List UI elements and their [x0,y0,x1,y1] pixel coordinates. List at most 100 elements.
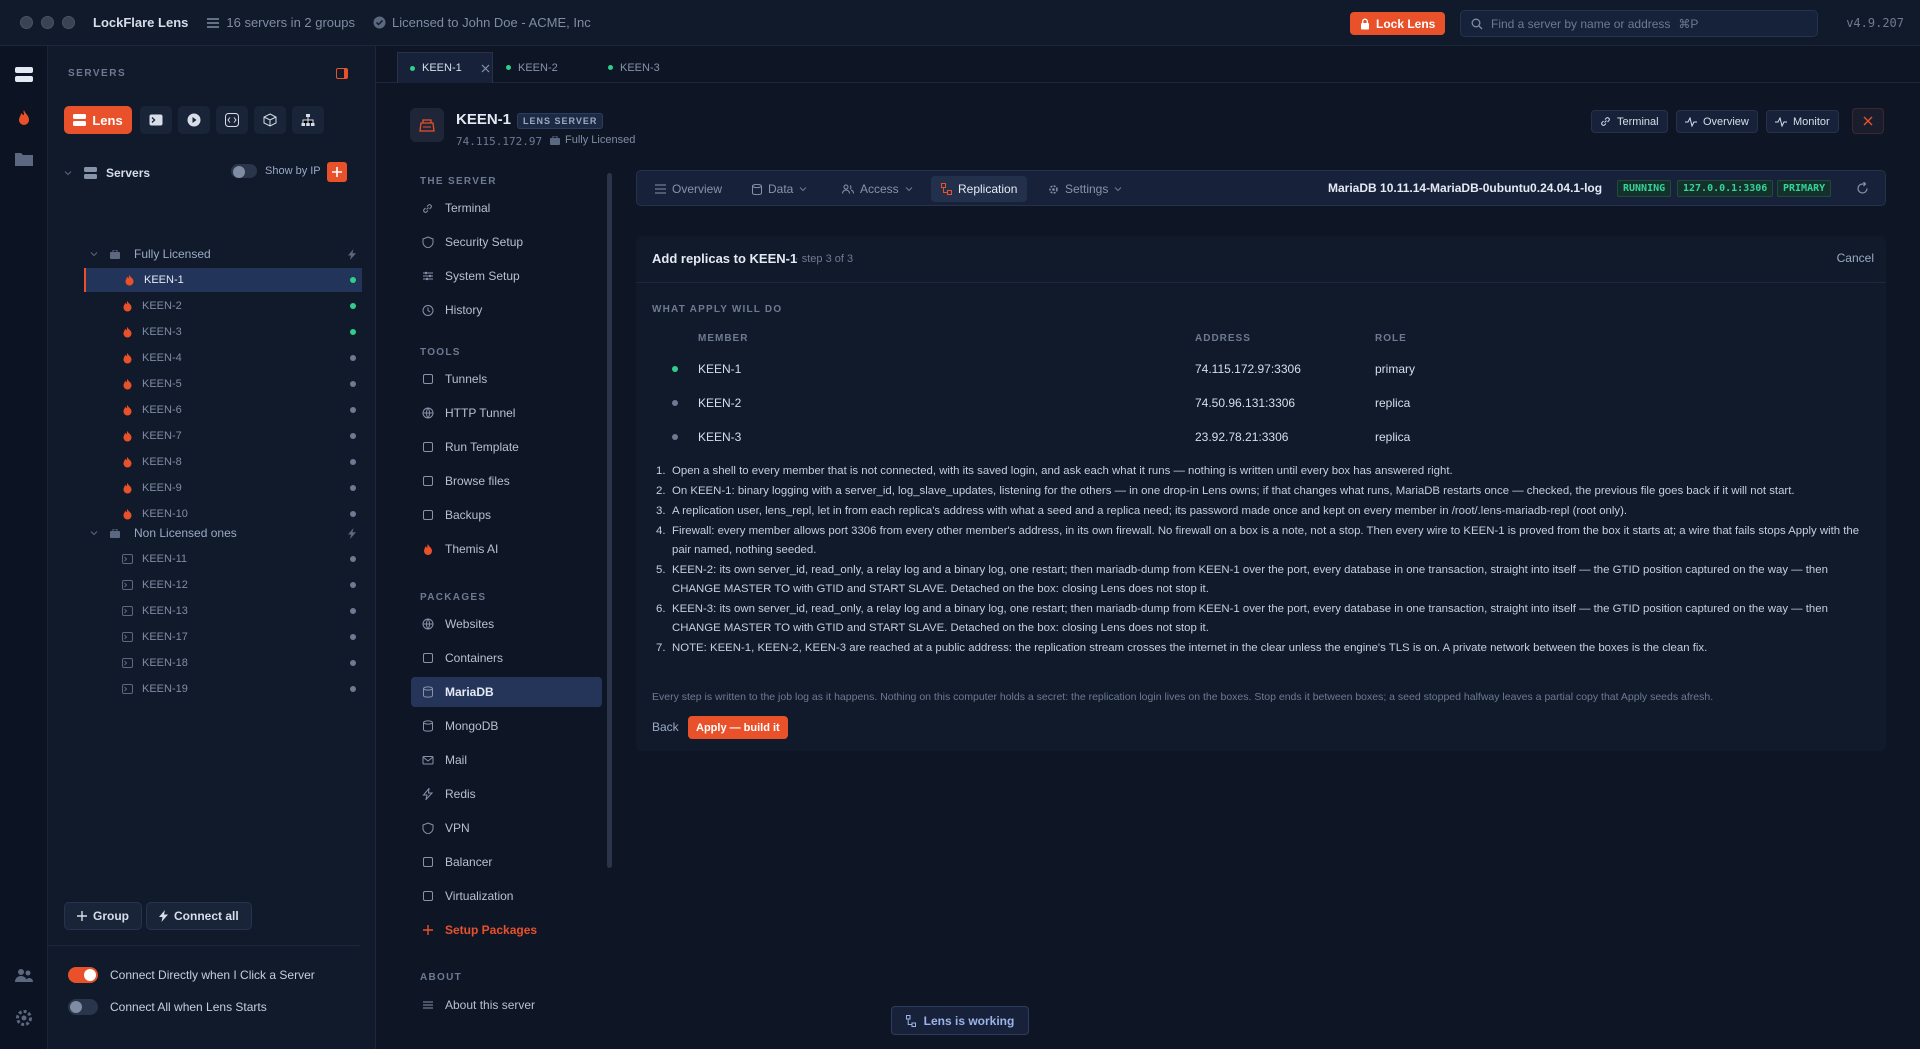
run-tool-button[interactable] [178,106,210,134]
server-item[interactable]: KEEN-6 [84,398,362,422]
connect-all-toggle[interactable] [68,999,98,1015]
close-icon[interactable] [481,64,490,73]
db-version: MariaDB 10.11.14-MariaDB-0ubuntu0.24.04.… [1328,181,1603,195]
tab-keen-3[interactable]: KEEN-3 [596,52,692,83]
tab-overview[interactable]: Overview [645,176,732,202]
terminal-tool-button[interactable] [140,106,172,134]
nav-item-browse-files[interactable]: Browse files [411,466,602,496]
nav-item-run-template[interactable]: Run Template [411,432,602,462]
close-server-button[interactable] [1852,108,1884,134]
nav-item-history[interactable]: History [411,295,602,325]
server-search-input[interactable]: Find a server by name or address ⌘P [1460,10,1818,37]
server-item-label: KEEN-10 [142,508,188,520]
server-item[interactable]: KEEN-8 [84,450,362,474]
tab-label: KEEN-1 [422,62,462,74]
server-item[interactable]: KEEN-2 [84,294,362,318]
server-item[interactable]: KEEN-11 [84,547,362,571]
overview-button[interactable]: Overview [1676,110,1758,133]
server-item[interactable]: KEEN-9 [84,476,362,500]
nav-item-label: Security Setup [445,235,524,249]
server-item[interactable]: KEEN-3 [84,320,362,344]
group-header[interactable]: Fully Licensed [48,241,376,267]
nav-item-themis-ai[interactable]: Themis AI [411,534,602,564]
nav-scrollbar[interactable] [607,173,612,868]
server-item[interactable]: KEEN-5 [84,372,362,396]
window-close-control[interactable] [20,16,33,29]
server-item-label: KEEN-12 [142,579,188,591]
server-item-label: KEEN-2 [142,300,182,312]
monitor-button[interactable]: Monitor [1766,110,1839,133]
nav-item-about-this-server[interactable]: About this server [411,990,602,1020]
lightning-icon[interactable] [348,248,356,260]
lens-tool-button[interactable]: Lens [64,106,132,134]
folder-icon[interactable] [14,150,34,170]
back-button[interactable]: Back [652,720,679,734]
server-item[interactable]: KEEN-1 [84,268,362,292]
nav-item-websites[interactable]: Websites [411,609,602,639]
nav-item-containers[interactable]: Containers [411,643,602,673]
add-group-button[interactable]: Group [64,902,142,930]
window-minimize-control[interactable] [41,16,54,29]
nav-item-http-tunnel[interactable]: HTTP Tunnel [411,398,602,428]
nav-item-system-setup[interactable]: System Setup [411,261,602,291]
server-item[interactable]: KEEN-19 [84,677,362,701]
nav-item-redis[interactable]: Redis [411,779,602,809]
server-item-label: KEEN-11 [142,553,188,565]
server-item[interactable]: KEEN-7 [84,424,362,448]
nav-item-mongodb[interactable]: MongoDB [411,711,602,741]
sliders-icon [421,270,435,282]
users-icon[interactable] [14,966,34,986]
tab-data[interactable]: Data [742,176,817,202]
show-by-ip-toggle[interactable] [231,164,257,178]
server-item[interactable]: KEEN-4 [84,346,362,370]
server-item[interactable]: KEEN-13 [84,599,362,623]
group-header[interactable]: Non Licensed ones [48,520,376,546]
nav-item-virtualization[interactable]: Virtualization [411,881,602,911]
nav-item-vpn[interactable]: VPN [411,813,602,843]
tab-replication[interactable]: Replication [931,176,1028,202]
panel-toggle-icon[interactable] [336,68,348,79]
nav-item-mail[interactable]: Mail [411,745,602,775]
connect-direct-setting: Connect Directly when I Click a Server [68,967,315,983]
terminal-button[interactable]: Terminal [1591,110,1668,133]
nav-item-mariadb[interactable]: MariaDB [411,677,602,707]
nav-item-setup-packages[interactable]: Setup Packages [411,915,602,945]
nav-item-security-setup[interactable]: Security Setup [411,227,602,257]
box-icon [421,652,435,664]
apply-button[interactable]: Apply — build it [688,716,788,739]
tab-keen-1[interactable]: KEEN-1 [397,52,493,83]
server-item[interactable]: KEEN-18 [84,651,362,675]
nav-item-balancer[interactable]: Balancer [411,847,602,877]
nav-item-backups[interactable]: Backups [411,500,602,530]
terminal-icon [120,632,134,642]
server-item[interactable]: KEEN-12 [84,573,362,597]
network-tool-button[interactable] [292,106,324,134]
tab-settings[interactable]: Settings [1038,176,1132,202]
lightning-icon[interactable] [348,527,356,539]
nav-item-terminal[interactable]: Terminal [411,193,602,223]
connect-all-label: Connect all [174,909,239,923]
member-role: primary [1375,362,1416,376]
refresh-icon[interactable] [1856,182,1869,195]
add-server-button[interactable] [327,162,347,182]
nav-item-tunnels[interactable]: Tunnels [411,364,602,394]
server-item[interactable]: KEEN-17 [84,625,362,649]
status-dot [350,608,356,614]
connect-direct-toggle[interactable] [68,967,98,983]
tab-access[interactable]: Access [832,176,923,202]
license-info: Licensed to John Doe - ACME, Inc [373,15,591,30]
flame-icon [120,300,134,312]
window-zoom-control[interactable] [62,16,75,29]
package-tool-button[interactable] [254,106,286,134]
box-icon [263,113,277,127]
code-tool-button[interactable] [216,106,248,134]
servers-icon[interactable] [14,66,34,86]
connect-all-button[interactable]: Connect all [146,902,252,930]
gear-icon[interactable] [14,1008,34,1028]
flame-icon[interactable] [14,108,34,128]
tab-keen-2[interactable]: KEEN-2 [494,52,590,83]
status-dot [350,660,356,666]
cancel-button[interactable]: Cancel [1837,251,1874,265]
lock-lens-button[interactable]: Lock Lens [1350,12,1446,35]
status-dot [350,686,356,692]
